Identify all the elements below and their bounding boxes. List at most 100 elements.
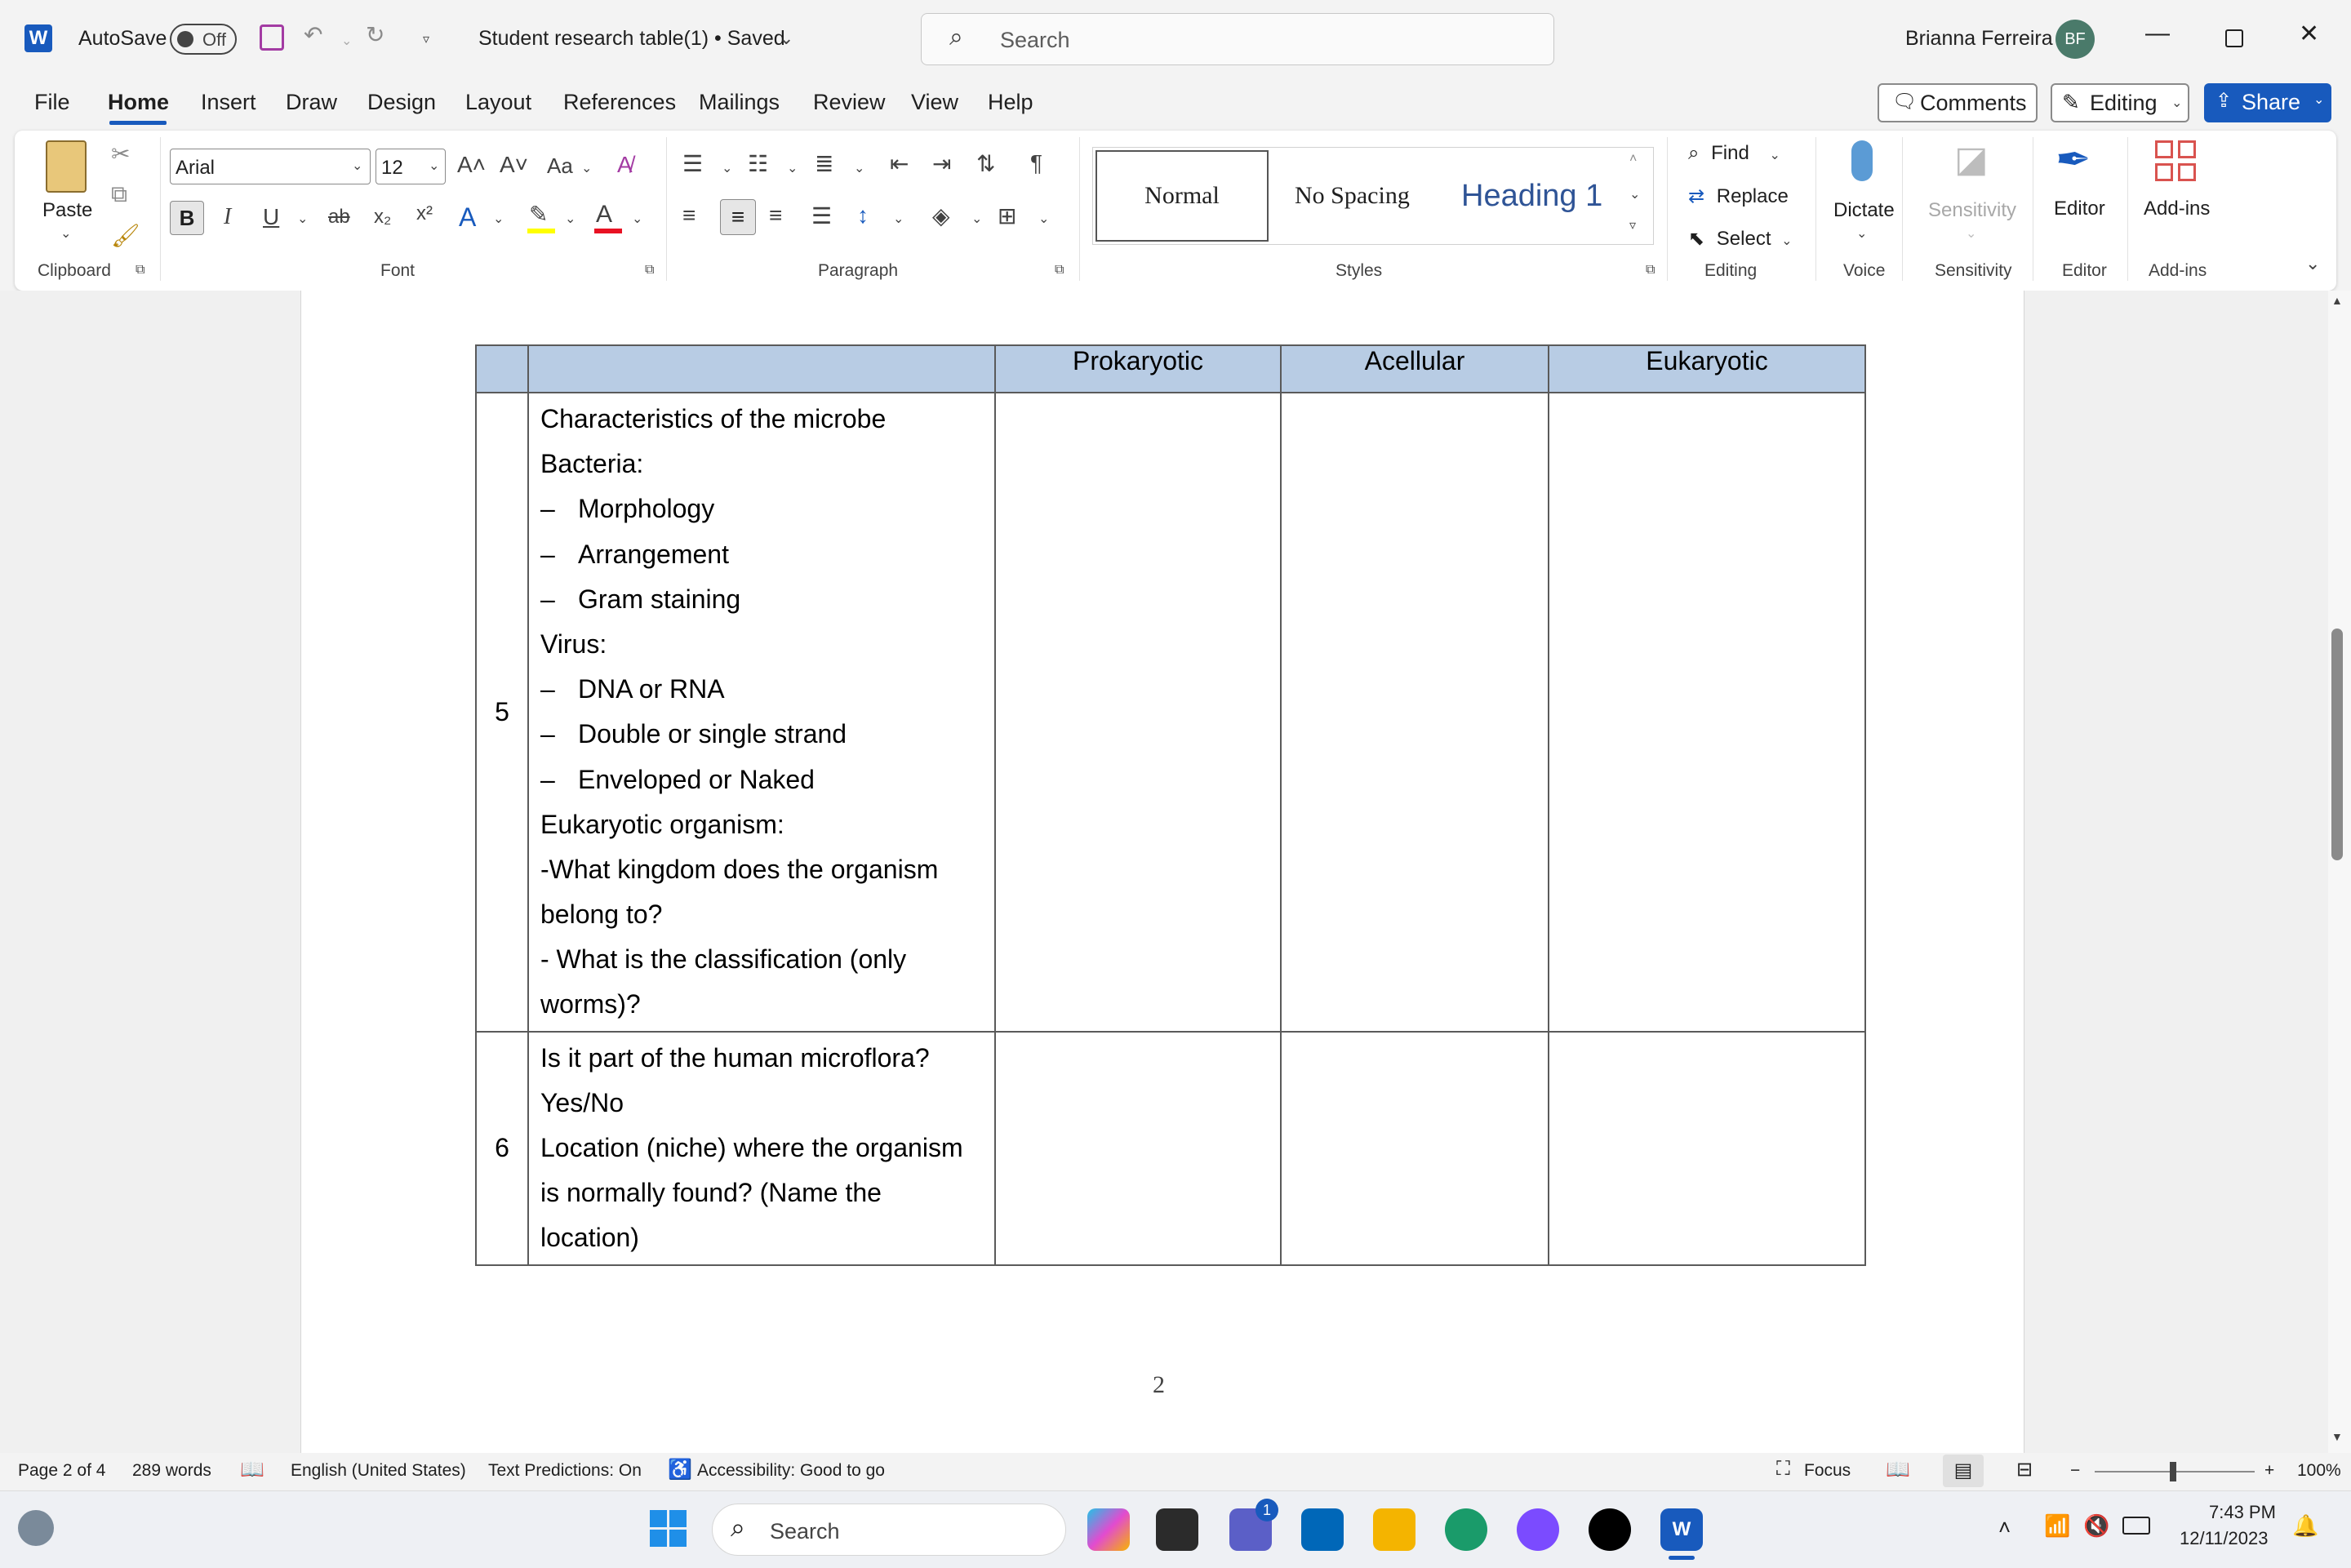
eukaryotic-cell[interactable]	[1548, 392, 1866, 1033]
vertical-scrollbar[interactable]	[2328, 291, 2351, 1453]
cell-line[interactable]: – DNA or RNA	[540, 667, 983, 712]
text-effects-icon[interactable]: A	[459, 202, 476, 233]
zoom-in-icon[interactable]: +	[2264, 1461, 2274, 1481]
font-launcher-icon[interactable]: ⧉	[645, 263, 654, 278]
eukaryotic-cell[interactable]	[1548, 1030, 1866, 1266]
highlight-chevron-icon[interactable]: ⌄	[565, 211, 576, 227]
font-color-chevron-icon[interactable]: ⌄	[632, 211, 642, 227]
subscript-icon[interactable]: x₂	[374, 206, 391, 229]
format-painter-icon[interactable]: 🖌	[111, 222, 140, 249]
taskbar-search[interactable]: ⌕ Search	[712, 1504, 1066, 1556]
cell-line[interactable]: belong to?	[540, 892, 983, 937]
styles-scroll-up-icon[interactable]: ˄	[1629, 152, 1637, 167]
notifications-icon[interactable]: 🔔	[2292, 1513, 2318, 1539]
styles-launcher-icon[interactable]: ⧉	[1646, 263, 1655, 278]
sort-icon[interactable]: ⇅	[976, 150, 995, 177]
find-button[interactable]: ⌕ Find ⌄	[1688, 142, 1780, 165]
font-size-dropdown[interactable]: 12 ⌄	[376, 149, 446, 184]
prokaryotic-cell[interactable]	[994, 392, 1282, 1033]
wifi-icon[interactable]: 📶	[2044, 1513, 2070, 1539]
zoom-level[interactable]: 100%	[2297, 1461, 2341, 1481]
read-mode-icon[interactable]: 📖	[1886, 1458, 1910, 1481]
header-cell[interactable]	[475, 344, 529, 393]
cell-line[interactable]: Location (niche) where the organism	[540, 1126, 983, 1170]
weather-icon[interactable]	[18, 1510, 54, 1546]
header-cell-prokaryotic[interactable]: Prokaryotic	[994, 344, 1282, 393]
style-heading-1[interactable]: Heading 1	[1461, 150, 1602, 242]
shading-chevron-icon[interactable]: ⌄	[971, 211, 982, 227]
show-formatting-icon[interactable]: ¶	[1030, 150, 1042, 176]
cell-line[interactable]: – Morphology	[540, 486, 983, 531]
change-case-icon[interactable]: Aa	[547, 153, 573, 179]
tab-layout[interactable]: Layout	[465, 90, 531, 115]
microphone-icon[interactable]	[1851, 140, 1873, 181]
battery-icon[interactable]	[2122, 1517, 2150, 1535]
cell-line[interactable]: – Enveloped or Naked	[540, 757, 983, 802]
increase-indent-icon[interactable]: ⇥	[932, 150, 951, 177]
editor-pen-icon[interactable]: ✒	[2055, 135, 2091, 184]
numbering-icon[interactable]: ☷	[748, 150, 768, 177]
clock-date[interactable]: 12/11/2023	[2180, 1528, 2268, 1549]
underline-chevron-icon[interactable]: ⌄	[297, 211, 308, 227]
tab-design[interactable]: Design	[367, 90, 436, 115]
dictate-label[interactable]: Dictate	[1833, 199, 1895, 222]
cell-line[interactable]: -What kingdom does the organism	[540, 847, 983, 892]
question-cell[interactable]: Is it part of the human microflora? Yes/N…	[527, 1030, 996, 1266]
edge-icon[interactable]	[1445, 1508, 1487, 1551]
paragraph-launcher-icon[interactable]: ⧉	[1055, 263, 1064, 278]
header-cell[interactable]	[527, 344, 996, 393]
text-effects-chevron-icon[interactable]: ⌄	[493, 211, 504, 227]
numbering-chevron-icon[interactable]: ⌄	[787, 160, 798, 176]
style-no-spacing[interactable]: No Spacing	[1295, 150, 1410, 242]
autosave-toggle[interactable]: Off	[170, 24, 237, 55]
tab-mailings[interactable]: Mailings	[699, 90, 780, 115]
cell-line[interactable]: - What is the classification (only	[540, 937, 983, 982]
search-box[interactable]: ⌕ Search	[921, 13, 1554, 65]
restore-icon[interactable]	[2225, 29, 2243, 47]
copy-icon[interactable]: ⧉	[111, 181, 127, 208]
header-cell-eukaryotic[interactable]: Eukaryotic	[1548, 344, 1866, 393]
justify-icon[interactable]: ☰	[811, 202, 832, 229]
copilot-icon[interactable]	[1087, 1508, 1130, 1551]
scroll-down-icon[interactable]: ▼	[2331, 1430, 2343, 1443]
minimize-icon[interactable]: —	[2145, 20, 2170, 47]
row-number[interactable]: 6	[475, 1030, 529, 1266]
web-layout-icon[interactable]: ⊟	[2016, 1458, 2033, 1481]
style-normal[interactable]: Normal	[1096, 150, 1269, 242]
cell-line[interactable]: Virus:	[540, 622, 983, 667]
language-indicator[interactable]: English (United States)	[291, 1461, 466, 1481]
print-layout-icon[interactable]: ▤	[1943, 1455, 1984, 1487]
question-cell[interactable]: Characteristics of the microbe Bacteria: –…	[527, 392, 996, 1033]
save-icon[interactable]	[260, 24, 284, 51]
cell-line[interactable]: Is it part of the human microflora?	[540, 1036, 983, 1081]
prokaryotic-cell[interactable]	[994, 1030, 1282, 1266]
paste-icon[interactable]	[46, 140, 87, 193]
customize-toolbar-icon[interactable]: ▿	[423, 31, 429, 47]
cell-line[interactable]: Eukaryotic organism:	[540, 802, 983, 847]
borders-chevron-icon[interactable]: ⌄	[1038, 211, 1049, 227]
scroll-up-icon[interactable]: ▲	[2331, 294, 2343, 307]
grow-font-icon[interactable]: A˄	[457, 152, 486, 178]
ribbon-collapse-icon[interactable]: ⌄	[2305, 253, 2320, 274]
dictate-chevron-icon[interactable]: ⌄	[1856, 225, 1867, 242]
replace-button[interactable]: ⇄ Replace	[1688, 184, 1789, 208]
cut-icon[interactable]: ✂	[111, 140, 130, 167]
underline-icon[interactable]: U	[263, 204, 279, 230]
text-predictions[interactable]: Text Predictions: On	[488, 1461, 642, 1481]
highlight-icon[interactable]: ✎	[529, 201, 548, 228]
tab-references[interactable]: References	[563, 90, 676, 115]
page-indicator[interactable]: Page 2 of 4	[18, 1461, 105, 1481]
styles-more-icon[interactable]: ▿	[1629, 217, 1636, 233]
multilevel-chevron-icon[interactable]: ⌄	[854, 160, 864, 176]
clear-formatting-icon[interactable]: A̸	[617, 152, 633, 178]
focus-icon[interactable]: ⛶	[1776, 1458, 1790, 1481]
research-table[interactable]: Prokaryotic Acellular Eukaryotic 5 Chara…	[475, 344, 1866, 1266]
scrollbar-thumb[interactable]	[2331, 629, 2343, 860]
tiktok-icon[interactable]	[1589, 1508, 1631, 1551]
tab-help[interactable]: Help	[988, 90, 1033, 115]
editor-label[interactable]: Editor	[2054, 198, 2105, 220]
undo-icon[interactable]: ↶	[304, 21, 322, 48]
change-case-chevron-icon[interactable]: ⌄	[581, 160, 592, 176]
accessibility-icon[interactable]: ♿	[668, 1458, 692, 1481]
cell-line[interactable]: – Arrangement	[540, 532, 983, 577]
